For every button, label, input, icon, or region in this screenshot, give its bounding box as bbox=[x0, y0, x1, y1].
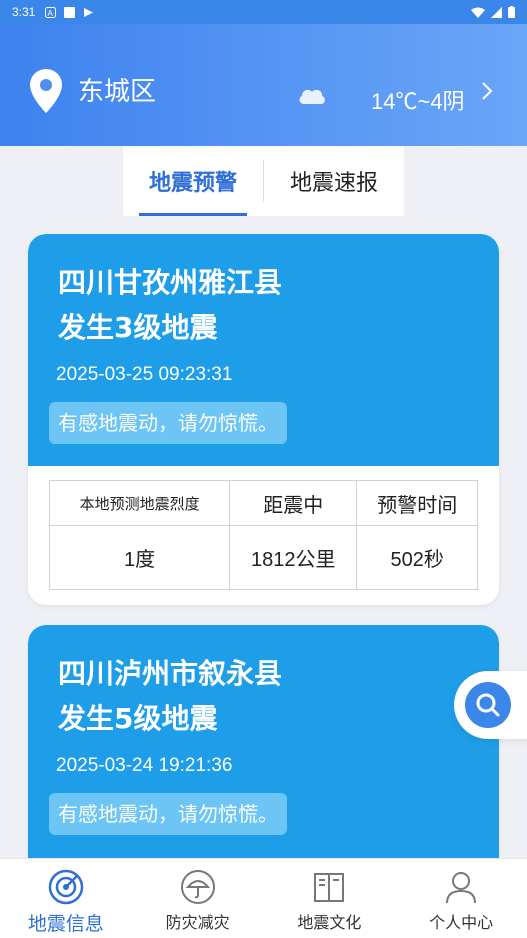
warning-info-table: 本地预测地震烈度 距震中 预警时间 1度 1812公里 502秒 bbox=[48, 480, 478, 590]
table-value-warning-time: 502秒 bbox=[356, 525, 478, 590]
notification-square-icon bbox=[64, 6, 76, 18]
tab-earthquake-report[interactable]: 地震速报 bbox=[264, 146, 404, 216]
notification-a-icon: A bbox=[45, 6, 57, 18]
card-header: 四川甘孜州雅江县 发生3级地震 2025-03-25 09:23:31 有感地震… bbox=[28, 234, 499, 466]
tab-bar: 地震预警 地震速报 bbox=[123, 146, 404, 216]
nav-label: 防灾减灾 bbox=[165, 913, 230, 932]
location-weather-header[interactable]: 东城区 14℃~4阴 bbox=[0, 24, 527, 146]
nav-earthquake-info[interactable]: 地震信息 bbox=[0, 859, 132, 938]
nav-personal-center[interactable]: 个人中心 bbox=[395, 859, 527, 938]
nav-label: 地震文化 bbox=[297, 913, 362, 932]
wifi-icon bbox=[471, 7, 485, 18]
cloudy-icon bbox=[299, 89, 325, 104]
card-title-magnitude: 发生3级地震 bbox=[58, 311, 218, 344]
floating-search-button[interactable] bbox=[454, 671, 527, 739]
tab-earthquake-warning[interactable]: 地震预警 bbox=[123, 146, 263, 216]
card-title-location: 四川甘孜州雅江县 bbox=[58, 266, 283, 299]
card-title: 四川甘孜州雅江县 发生3级地震 bbox=[58, 260, 282, 350]
status-time: 3:31 bbox=[12, 5, 36, 19]
status-bar: 3:31 A bbox=[0, 0, 527, 24]
weather-text: 14℃~4阴 bbox=[371, 89, 465, 114]
search-icon bbox=[476, 693, 500, 717]
location-pin-icon bbox=[30, 69, 62, 113]
signal-icon bbox=[491, 6, 502, 18]
card-time: 2025-03-24 19:21:36 bbox=[56, 755, 233, 776]
nav-earthquake-culture[interactable]: 地震文化 bbox=[264, 859, 396, 938]
radar-icon bbox=[48, 869, 84, 905]
nav-label: 地震信息 bbox=[27, 913, 104, 935]
card-note: 有感地震动，请勿惊慌。 bbox=[49, 402, 287, 444]
card-note: 有感地震动，请勿惊慌。 bbox=[49, 793, 287, 835]
nav-label: 个人中心 bbox=[429, 913, 494, 932]
table-value-distance: 1812公里 bbox=[229, 525, 358, 590]
earthquake-card[interactable]: 四川甘孜州雅江县 发生3级地震 2025-03-25 09:23:31 有感地震… bbox=[28, 234, 499, 605]
chevron-right-icon[interactable] bbox=[480, 80, 494, 102]
svg-text:A: A bbox=[48, 9, 54, 18]
person-icon bbox=[446, 872, 477, 904]
table-value-intensity: 1度 bbox=[48, 525, 231, 590]
search-button[interactable] bbox=[465, 682, 511, 728]
card-title: 四川泸州市叙永县 发生5级地震 bbox=[58, 651, 282, 741]
table-header-intensity: 本地预测地震烈度 bbox=[48, 480, 231, 526]
nav-disaster-prevention[interactable]: 防灾减灾 bbox=[132, 859, 264, 938]
table-header-distance: 距震中 bbox=[229, 480, 358, 526]
card-time: 2025-03-25 09:23:31 bbox=[56, 364, 233, 385]
card-title-magnitude: 发生5级地震 bbox=[58, 702, 218, 735]
table-header-warning-time: 预警时间 bbox=[356, 480, 478, 526]
card-title-location: 四川泸州市叙永县 bbox=[58, 657, 283, 690]
earthquake-card[interactable]: 四川泸州市叙永县 发生5级地震 2025-03-24 19:21:36 有感地震… bbox=[28, 625, 499, 885]
card-header: 四川泸州市叙永县 发生5级地震 2025-03-24 19:21:36 有感地震… bbox=[28, 625, 499, 885]
notification-play-icon bbox=[84, 7, 94, 17]
bottom-nav: 地震信息 防灾减灾 地震文化 个人中心 bbox=[0, 858, 527, 938]
battery-icon bbox=[508, 6, 515, 18]
umbrella-icon bbox=[180, 870, 215, 904]
book-icon bbox=[314, 873, 345, 902]
district-name[interactable]: 东城区 bbox=[78, 71, 156, 108]
